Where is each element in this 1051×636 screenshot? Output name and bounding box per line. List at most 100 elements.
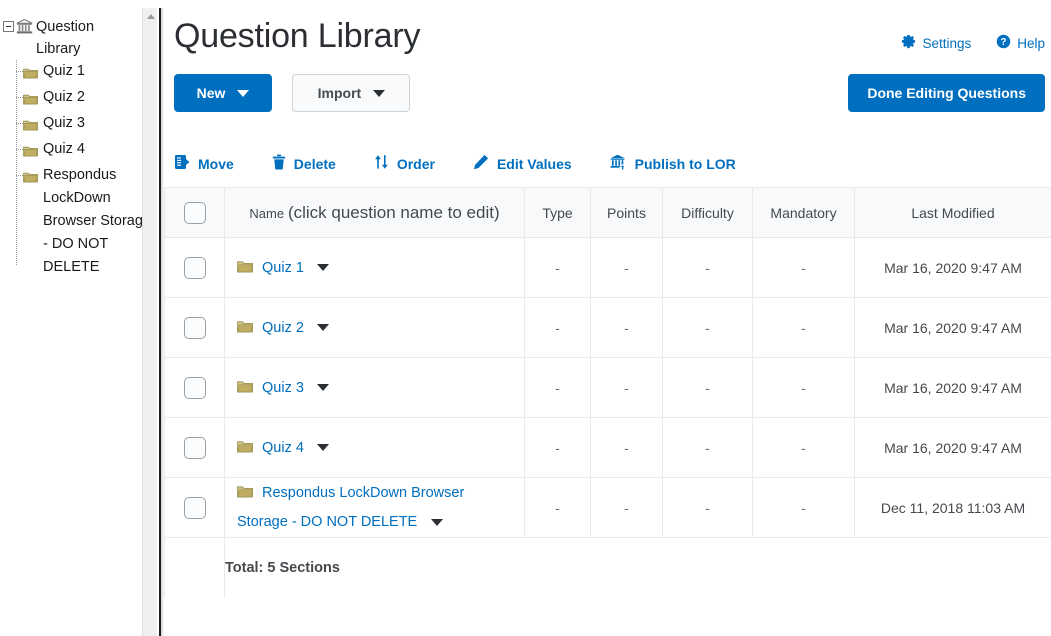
- folder-icon: [237, 260, 253, 276]
- row-select-cell: [164, 477, 225, 538]
- delete-label: Delete: [293, 155, 336, 172]
- tree-children: Quiz 1 Quiz 2 Quiz 3 Quiz 4 Respondus Lo…: [9, 60, 152, 279]
- order-button[interactable]: Order: [374, 154, 435, 173]
- publish-to-lor-button[interactable]: Publish to LOR: [610, 154, 736, 173]
- sidebar-item-quiz-3[interactable]: Quiz 3: [9, 112, 152, 138]
- points-value: -: [624, 439, 629, 456]
- tree-expander-collapse-icon[interactable]: [3, 21, 14, 32]
- bank-icon: [16, 18, 33, 41]
- sidebar-item-label: Quiz 3: [43, 115, 85, 131]
- section-link-continued[interactable]: Storage - DO NOT DELETE: [237, 514, 417, 530]
- row-difficulty-cell: -: [662, 237, 753, 298]
- type-value: -: [555, 379, 560, 396]
- row-mandatory-cell: -: [752, 417, 855, 478]
- sidebar-scrollbar[interactable]: [142, 8, 157, 636]
- sidebar-item-quiz-2[interactable]: Quiz 2: [9, 86, 152, 112]
- delete-button[interactable]: Delete: [272, 154, 336, 173]
- row-type-cell: -: [524, 477, 591, 538]
- scroll-up-arrow-icon[interactable]: [143, 8, 158, 24]
- help-label: Help: [1017, 35, 1045, 51]
- difficulty-value: -: [705, 499, 710, 516]
- help-button[interactable]: ? Help: [996, 34, 1045, 52]
- table-row: Quiz 2 - - - - Mar 16, 2020 9:47 AM: [164, 297, 1051, 358]
- question-library-page: Question Library Quiz 1 Quiz 2 Quiz 3 Qu…: [0, 0, 1051, 636]
- section-link[interactable]: Quiz 2: [262, 320, 304, 336]
- select-all-checkbox[interactable]: [183, 201, 206, 224]
- settings-label: Settings: [922, 35, 972, 51]
- move-button[interactable]: Move: [174, 154, 234, 173]
- sidebar-item-quiz-1[interactable]: Quiz 1: [9, 60, 152, 86]
- name-cell-content: Respondus LockDown Browser Storage - DO …: [225, 485, 524, 530]
- move-label: Move: [198, 155, 234, 172]
- row-actions-chevron-down-icon[interactable]: [316, 444, 329, 451]
- row-checkbox[interactable]: [183, 316, 206, 339]
- trash-icon: [272, 154, 286, 173]
- publish-to-lor-label: Publish to LOR: [634, 155, 736, 172]
- row-actions-chevron-down-icon[interactable]: [431, 518, 444, 526]
- section-link[interactable]: Quiz 1: [262, 260, 304, 276]
- difficulty-value: -: [705, 259, 710, 276]
- question-circle-icon: ?: [996, 34, 1011, 52]
- row-last-modified-cell: Mar 16, 2020 9:47 AM: [854, 357, 1051, 418]
- row-type-cell: -: [524, 297, 591, 358]
- mandatory-column-header[interactable]: Mandatory: [752, 187, 855, 238]
- row-difficulty-cell: -: [662, 477, 753, 538]
- row-checkbox[interactable]: [183, 376, 206, 399]
- header-links: Settings ? Help: [901, 34, 1045, 52]
- sidebar-item-quiz-4[interactable]: Quiz 4: [9, 138, 152, 164]
- sidebar-item-respondus-lockdown-browser-storage[interactable]: Respondus LockDown Browser Storage - DO …: [9, 164, 152, 279]
- gear-icon: [901, 34, 916, 52]
- difficulty-column-header[interactable]: Difficulty: [662, 187, 753, 238]
- row-difficulty-cell: -: [662, 297, 753, 358]
- row-mandatory-cell: -: [752, 477, 855, 538]
- section-link[interactable]: Quiz 4: [262, 440, 304, 456]
- last-modified-column-header[interactable]: Last Modified: [854, 187, 1051, 238]
- mandatory-value: -: [801, 379, 806, 396]
- folder-icon: [23, 64, 38, 86]
- row-name-cell: Quiz 3: [224, 357, 525, 418]
- question-actions-toolbar: Move Delete Order Edit Values Publish to…: [164, 128, 1051, 187]
- folder-icon: [237, 440, 253, 456]
- settings-button[interactable]: Settings: [901, 34, 971, 52]
- section-link[interactable]: Quiz 3: [262, 380, 304, 396]
- row-actions-chevron-down-icon[interactable]: [316, 384, 329, 391]
- tree-node-question-library[interactable]: Question Library: [0, 16, 152, 60]
- type-column-header[interactable]: Type: [524, 187, 591, 238]
- row-checkbox[interactable]: [183, 496, 206, 519]
- name-cell-content: Quiz 2: [225, 320, 524, 336]
- row-points-cell: -: [590, 357, 663, 418]
- section-link[interactable]: Respondus LockDown Browser: [262, 485, 464, 501]
- table-header: Name (click question name to edit) Type …: [164, 187, 1051, 238]
- bank-upload-icon: [610, 154, 627, 173]
- import-button[interactable]: Import: [292, 74, 411, 112]
- name-column-header[interactable]: Name (click question name to edit): [224, 187, 525, 238]
- row-points-cell: -: [590, 417, 663, 478]
- tree-root-container: Question Library Quiz 1 Quiz 2 Quiz 3 Qu…: [0, 8, 152, 279]
- row-checkbox[interactable]: [183, 256, 206, 279]
- edit-values-button[interactable]: Edit Values: [473, 154, 572, 173]
- points-column-header[interactable]: Points: [590, 187, 663, 238]
- points-value: -: [624, 499, 629, 516]
- row-last-modified-cell: Mar 16, 2020 9:47 AM: [854, 297, 1051, 358]
- row-checkbox[interactable]: [183, 436, 206, 459]
- row-actions-chevron-down-icon[interactable]: [316, 264, 329, 271]
- order-label: Order: [396, 155, 435, 172]
- last-modified-value: Mar 16, 2020 9:47 AM: [884, 319, 1022, 336]
- row-actions-chevron-down-icon[interactable]: [316, 324, 329, 331]
- row-select-cell: [164, 357, 225, 418]
- row-last-modified-cell: Mar 16, 2020 9:47 AM: [854, 417, 1051, 478]
- points-value: -: [624, 379, 629, 396]
- row-name-cell: Respondus LockDown Browser Storage - DO …: [224, 477, 525, 538]
- row-select-cell: [164, 417, 225, 478]
- table-total-row: Total: 5 Sections: [164, 537, 1051, 598]
- new-button[interactable]: New: [174, 74, 272, 112]
- done-editing-questions-button[interactable]: Done Editing Questions: [848, 74, 1045, 112]
- name-cell-content: Quiz 3: [225, 380, 524, 396]
- type-value: -: [555, 319, 560, 336]
- select-all-header: [164, 187, 225, 238]
- row-points-cell: -: [590, 297, 663, 358]
- folder-icon: [237, 380, 253, 396]
- done-editing-questions-label: Done Editing Questions: [867, 85, 1026, 101]
- pencil-icon: [473, 154, 489, 173]
- table-row: Quiz 3 - - - - Mar 16, 2020 9:47 AM: [164, 357, 1051, 418]
